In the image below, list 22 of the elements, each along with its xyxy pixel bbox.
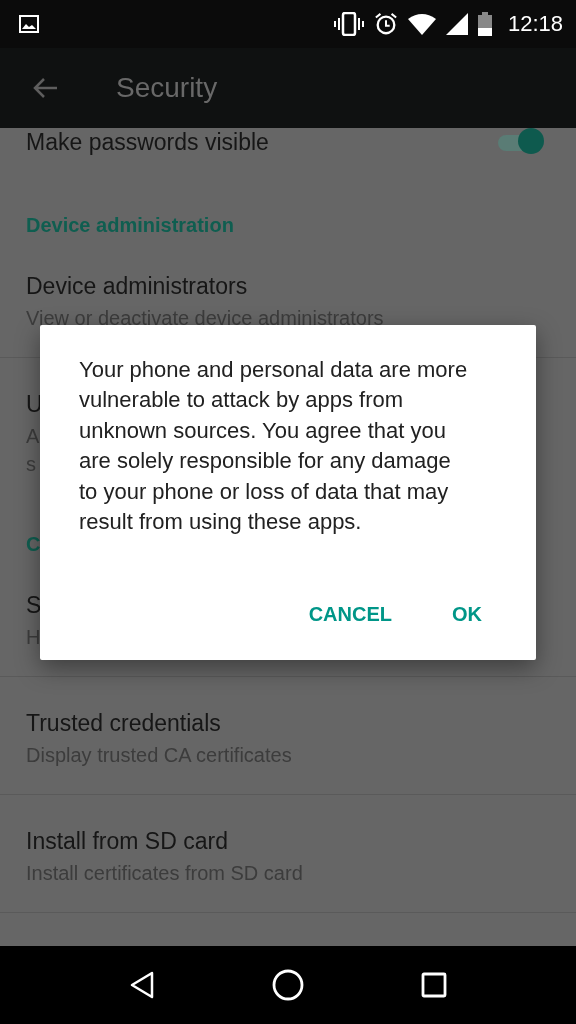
wifi-icon bbox=[407, 13, 436, 35]
setting-title: Device administrators bbox=[26, 273, 248, 299]
back-arrow-icon[interactable] bbox=[32, 77, 58, 99]
setting-title: Trusted credentials bbox=[26, 710, 221, 736]
dialog-message: Your phone and personal data are more vulnerable to attack by apps from unknown sources. You agree that you are solely responsible for any damage to your phone or loss of data that may result from using these apps. bbox=[79, 356, 469, 537]
category-header: Device administration bbox=[26, 214, 234, 236]
screen-title: Security bbox=[116, 72, 218, 104]
setting-title: Make passwords visible bbox=[26, 128, 269, 156]
signal-icon bbox=[445, 13, 468, 35]
overview-icon[interactable] bbox=[421, 972, 448, 998]
clock-time: 12:18 bbox=[507, 11, 563, 37]
category-header: C bbox=[26, 533, 41, 555]
ok-button[interactable]: OK bbox=[438, 595, 496, 634]
picture-icon bbox=[19, 15, 39, 33]
vibrate-icon bbox=[333, 12, 364, 36]
cancel-button[interactable]: CANCEL bbox=[294, 595, 406, 634]
battery-icon bbox=[477, 12, 492, 36]
alarm-icon bbox=[373, 12, 398, 36]
back-icon[interactable] bbox=[128, 971, 155, 999]
setting-title: Install from SD card bbox=[26, 828, 228, 854]
setting-title: S bbox=[26, 592, 42, 618]
home-icon[interactable] bbox=[272, 969, 304, 1001]
